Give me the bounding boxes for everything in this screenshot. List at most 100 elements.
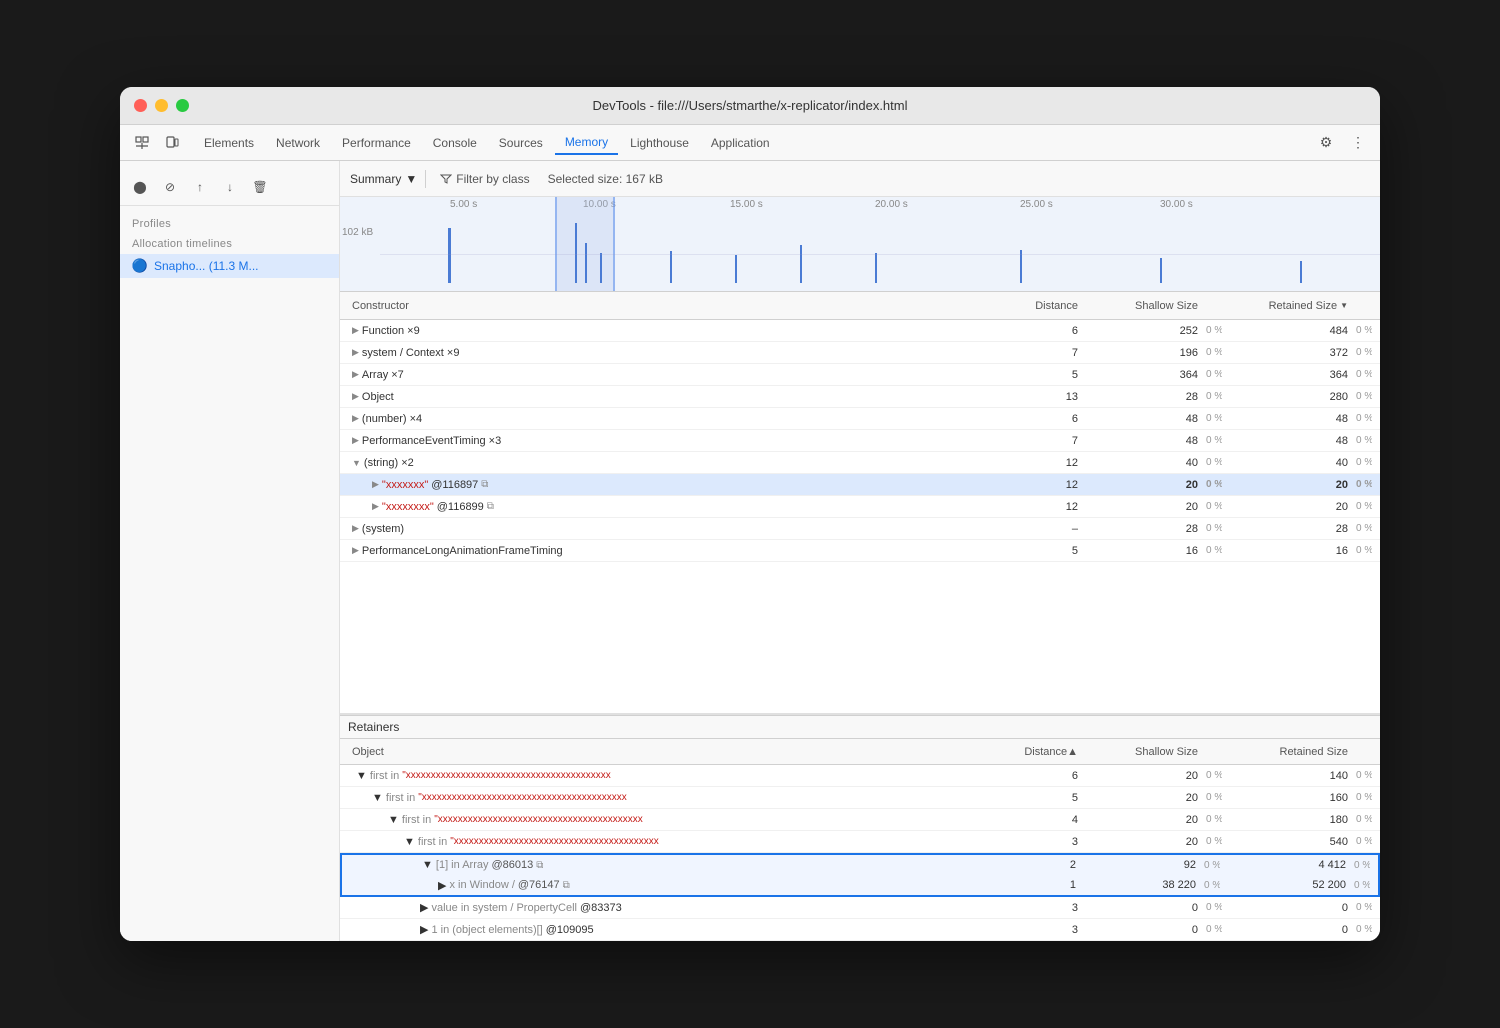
timeline-bar xyxy=(600,253,602,283)
retainer-row[interactable]: ▼ first in "xxxxxxxxxxxxxxxxxxxxxxxxxxxx… xyxy=(340,831,1380,853)
tab-lighthouse[interactable]: Lighthouse xyxy=(620,131,699,155)
retained-cell: 48 xyxy=(1222,413,1352,425)
device-icon[interactable] xyxy=(158,129,186,157)
time-label-30s: 30.00 s xyxy=(1160,199,1193,210)
table-row[interactable]: ▶ PerformanceLongAnimationFrameTiming 5 … xyxy=(340,540,1380,562)
constructor-table-header: Constructor Distance Shallow Size Retain… xyxy=(340,292,1380,320)
ret-distance-cell: 6 xyxy=(982,770,1082,782)
window-title: DevTools - file:///Users/stmarthe/x-repl… xyxy=(593,98,908,113)
ret-object-cell: ▼ first in "xxxxxxxxxxxxxxxxxxxxxxxxxxxx… xyxy=(348,770,982,782)
ret-distance-cell: 2 xyxy=(980,859,1080,871)
timeline-area[interactable]: 102 kB 5.00 s 10.00 s 15.00 s 20.00 s 25… xyxy=(340,197,1380,292)
close-button[interactable] xyxy=(134,99,147,112)
table-row[interactable]: ▶ (system) – 28 0 % 28 0 % xyxy=(340,518,1380,540)
tab-network[interactable]: Network xyxy=(266,131,330,155)
ret-col-distance[interactable]: Distance▲ xyxy=(982,746,1082,758)
selected-size: Selected size: 167 kB xyxy=(548,172,663,186)
table-row[interactable]: ▶ Object 13 28 0 % 280 0 % xyxy=(340,386,1380,408)
ret-shallow-cell: 20 xyxy=(1082,814,1202,826)
ret-shallow-cell: 0 xyxy=(1082,902,1202,914)
summary-dropdown[interactable]: Summary ▼ xyxy=(350,172,417,186)
constructor-table: Constructor Distance Shallow Size Retain… xyxy=(340,292,1380,713)
retained-cell: 364 xyxy=(1222,369,1352,381)
tab-console[interactable]: Console xyxy=(423,131,487,155)
constructor-cell: ▶ Object xyxy=(348,391,982,403)
clear-button[interactable]: ⊘ xyxy=(158,175,182,199)
filter-by-class-button[interactable]: Filter by class xyxy=(434,170,535,188)
copy-icon[interactable]: ⧉ xyxy=(487,501,494,512)
table-row[interactable]: ▼ (string) ×2 12 40 0 % 40 0 % xyxy=(340,452,1380,474)
window-controls xyxy=(134,99,189,112)
tab-memory[interactable]: Memory xyxy=(555,131,618,155)
retainer-row[interactable]: ▶ value in system / PropertyCell @83373 … xyxy=(340,897,1380,919)
tab-sources[interactable]: Sources xyxy=(489,131,553,155)
table-row[interactable]: ▶ system / Context ×9 7 196 0 % 372 0 % xyxy=(340,342,1380,364)
retained-pct-cell: 0 % xyxy=(1352,545,1372,556)
retained-cell: 280 xyxy=(1222,391,1352,403)
snapshot-label: Snapho... (11.3 M... xyxy=(154,259,259,273)
retainers-header: Retainers xyxy=(340,715,1380,739)
minimize-button[interactable] xyxy=(155,99,168,112)
table-row[interactable]: ▶ "xxxxxxxx" @116899 ⧉ 12 20 0 % 20 0 % xyxy=(340,496,1380,518)
ret-retained-cell: 540 xyxy=(1222,836,1352,848)
retained-pct-cell: 0 % xyxy=(1352,435,1372,446)
inspector-icon[interactable] xyxy=(128,129,156,157)
filter-label: Filter by class xyxy=(456,172,529,186)
summary-label: Summary xyxy=(350,172,401,186)
timeline-y-label: 102 kB xyxy=(342,227,373,238)
tab-performance[interactable]: Performance xyxy=(332,131,421,155)
copy-icon[interactable]: ⧉ xyxy=(481,479,488,490)
shallow-pct-cell: 0 % xyxy=(1202,391,1222,402)
load-button[interactable]: ↑ xyxy=(188,175,212,199)
ret-retained-cell: 4 412 xyxy=(1220,859,1350,871)
shallow-pct-cell: 0 % xyxy=(1202,325,1222,336)
record-heap-button[interactable]: ⬤ xyxy=(128,175,152,199)
ret-shallow-pct: 0 % xyxy=(1202,924,1222,935)
shallow-cell: 196 xyxy=(1082,347,1202,359)
table-row[interactable]: ▶ Array ×7 5 364 0 % 364 0 % xyxy=(340,364,1380,386)
retainer-row[interactable]: ▼ first in "xxxxxxxxxxxxxxxxxxxxxxxxxxxx… xyxy=(340,809,1380,831)
ret-object-cell: ▶ x in Window / @76147 ⧉ xyxy=(350,879,980,892)
sidebar-toolbar: ⬤ ⊘ ↑ ↓ 🗑 xyxy=(120,169,339,206)
constructor-cell: ▶ "xxxxxxxx" @116899 ⧉ xyxy=(348,501,982,513)
retained-cell: 48 xyxy=(1222,435,1352,447)
col-retained[interactable]: Retained Size ▼ xyxy=(1222,300,1352,312)
table-row-highlighted[interactable]: ▶ "xxxxxxx" @116897 ⧉ 12 20 0 % 20 0 % xyxy=(340,474,1380,496)
snapshot-item[interactable]: 🔵 Snapho... (11.3 M... xyxy=(120,254,339,278)
table-row[interactable]: ▶ PerformanceEventTiming ×3 7 48 0 % 48 … xyxy=(340,430,1380,452)
sort-down-icon: ▼ xyxy=(1340,301,1348,310)
retainer-row[interactable]: ▼ first in "xxxxxxxxxxxxxxxxxxxxxxxxxxxx… xyxy=(340,787,1380,809)
ret-col-shallow: Shallow Size xyxy=(1082,746,1202,758)
copy-icon[interactable]: ⧉ xyxy=(563,880,570,891)
table-row[interactable]: ▶ (number) ×4 6 48 0 % 48 0 % xyxy=(340,408,1380,430)
maximize-button[interactable] xyxy=(176,99,189,112)
ret-object-cell: ▶ value in system / PropertyCell @83373 xyxy=(348,901,982,914)
timeline-bar xyxy=(585,243,587,283)
settings-icon[interactable]: ⚙ xyxy=(1312,129,1340,157)
timeline-bar xyxy=(735,255,737,283)
copy-icon[interactable]: ⧉ xyxy=(536,860,543,871)
table-row[interactable]: ▶ Function ×9 6 252 0 % 484 0 % xyxy=(340,320,1380,342)
retainer-rows: ▼ first in "xxxxxxxxxxxxxxxxxxxxxxxxxxxx… xyxy=(340,765,1380,941)
retainer-row[interactable]: ▶ 1 in (object elements)[] @109095 3 0 0… xyxy=(340,919,1380,941)
ret-shallow-pct: 0 % xyxy=(1200,880,1220,891)
more-icon[interactable]: ⋮ xyxy=(1344,129,1372,157)
retainer-row[interactable]: ▼ first in "xxxxxxxxxxxxxxxxxxxxxxxxxxxx… xyxy=(340,765,1380,787)
ret-retained-cell: 160 xyxy=(1222,792,1352,804)
save-button[interactable]: ↓ xyxy=(218,175,242,199)
collect-garbage-button[interactable]: 🗑 xyxy=(248,175,272,199)
tab-elements[interactable]: Elements xyxy=(194,131,264,155)
ret-distance-cell: 3 xyxy=(982,836,1082,848)
col-shallow: Shallow Size xyxy=(1082,300,1202,312)
nav-tabs: Elements Network Performance Console Sou… xyxy=(194,131,1312,155)
retainer-row-selected[interactable]: ▼ [1] in Array @86013 ⧉ 2 92 0 % 4 412 0… xyxy=(340,853,1380,875)
col-distance[interactable]: Distance xyxy=(982,300,1082,312)
retained-pct-cell: 0 % xyxy=(1352,347,1372,358)
ret-retained-pct: 0 % xyxy=(1352,924,1372,935)
col-constructor: Constructor xyxy=(348,300,982,312)
retainer-row-selected-2[interactable]: ▶ x in Window / @76147 ⧉ 1 38 220 0 % 52… xyxy=(340,875,1380,897)
tab-application[interactable]: Application xyxy=(701,131,780,155)
shallow-cell: 28 xyxy=(1082,523,1202,535)
ret-object-cell: ▼ first in "xxxxxxxxxxxxxxxxxxxxxxxxxxxx… xyxy=(348,814,982,826)
retainers-section: Retainers Object Distance▲ Shallow Size … xyxy=(340,713,1380,941)
